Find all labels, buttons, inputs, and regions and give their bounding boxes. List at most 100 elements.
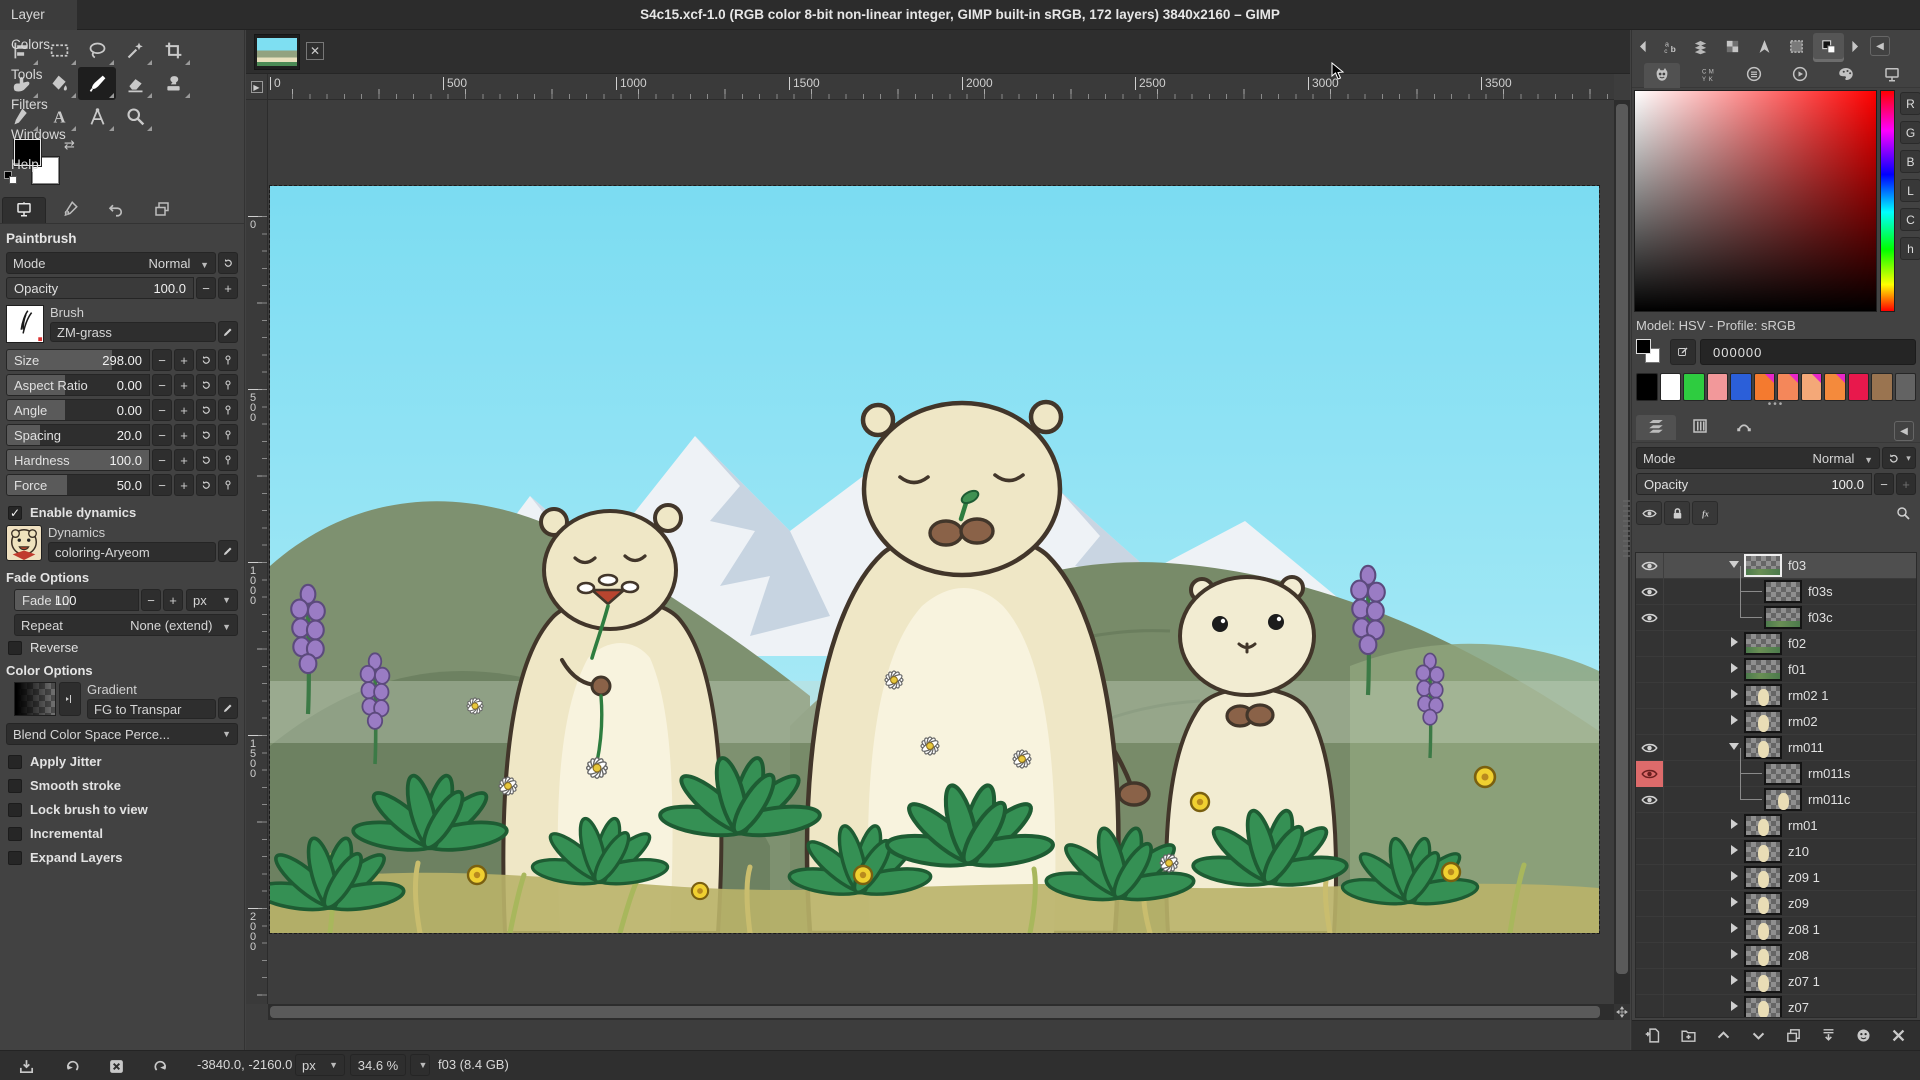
lower-button[interactable] bbox=[1745, 1024, 1773, 1048]
mode-reset-button[interactable] bbox=[218, 252, 238, 274]
layer-expander-icon[interactable] bbox=[1728, 897, 1740, 910]
tool-free-select[interactable] bbox=[78, 34, 116, 67]
layer-thumbnail[interactable] bbox=[1744, 684, 1782, 707]
dynamics-thumbnail[interactable] bbox=[6, 525, 42, 561]
layer-expander-icon[interactable] bbox=[1728, 871, 1740, 884]
menu-filters[interactable]: Filters bbox=[0, 90, 77, 120]
palette-swatch[interactable] bbox=[1707, 373, 1729, 401]
fade-decrease-button[interactable]: − bbox=[141, 589, 161, 611]
menu-help[interactable]: Help bbox=[0, 150, 77, 180]
layer-visibility-toggle[interactable] bbox=[1636, 969, 1664, 995]
size-decrease-button[interactable]: − bbox=[152, 349, 172, 371]
palette-swatch[interactable] bbox=[1871, 373, 1893, 401]
layer-thumbnail[interactable] bbox=[1744, 658, 1782, 681]
reverse-checkbox[interactable]: Reverse bbox=[8, 640, 238, 655]
layer-row-z09-1[interactable]: z09 1 bbox=[1636, 865, 1916, 891]
slider-angle[interactable]: Angle 0.00 bbox=[6, 399, 150, 421]
layer-visibility-toggle[interactable] bbox=[1636, 839, 1664, 865]
layer-row-rm011c[interactable]: rm011c bbox=[1636, 787, 1916, 813]
force-pin-icon[interactable] bbox=[218, 474, 238, 496]
layer-visibility-toggle[interactable] bbox=[1636, 709, 1664, 735]
layer-thumbnail[interactable] bbox=[1764, 606, 1802, 629]
dock-tab-images[interactable] bbox=[140, 197, 184, 223]
layer-expander-icon[interactable] bbox=[1728, 560, 1740, 571]
palette-swatch[interactable] bbox=[1801, 373, 1823, 401]
tool-clone[interactable] bbox=[154, 67, 192, 100]
layer-thumbnail[interactable] bbox=[1744, 840, 1782, 863]
layer-row-rm02[interactable]: rm02 bbox=[1636, 709, 1916, 735]
layer-visibility-toggle[interactable] bbox=[1636, 943, 1664, 969]
fade-increase-button[interactable]: + bbox=[163, 589, 183, 611]
palette-swatch[interactable] bbox=[1777, 373, 1799, 401]
slider-size[interactable]: Size 298.00 bbox=[6, 349, 150, 371]
palette-swatch[interactable] bbox=[1824, 373, 1846, 401]
tool-fuzzy-select[interactable] bbox=[116, 34, 154, 67]
brush-thumbnail[interactable] bbox=[6, 305, 44, 343]
layer-expander-icon[interactable] bbox=[1728, 1001, 1740, 1014]
ruler-origin-button[interactable]: ▶ bbox=[246, 74, 268, 100]
blend-color-space-dropdown[interactable]: Blend Color Space Perce...▼ bbox=[6, 723, 238, 745]
palette-swatch[interactable] bbox=[1848, 373, 1870, 401]
zoom-level[interactable]: 34.6 % bbox=[350, 1054, 406, 1076]
spacing-decrease-button[interactable]: − bbox=[152, 424, 172, 446]
menu-layer[interactable]: Layer bbox=[0, 0, 77, 30]
repeat-dropdown[interactable]: Repeat None (extend) ▼ bbox=[14, 614, 238, 636]
force-reset-button[interactable] bbox=[196, 474, 216, 496]
cancel-icon[interactable] bbox=[104, 1055, 128, 1077]
vertical-ruler[interactable]: 0500100015002000 bbox=[246, 100, 268, 1004]
tool-zoom[interactable] bbox=[116, 100, 154, 133]
dock-tab-tool-options[interactable] bbox=[2, 197, 46, 223]
layer-thumbnail[interactable] bbox=[1744, 970, 1782, 993]
redo-icon[interactable] bbox=[148, 1055, 172, 1077]
tool-eraser[interactable] bbox=[116, 67, 154, 100]
opacity-increase-button[interactable]: + bbox=[218, 277, 238, 299]
layer-thumbnail[interactable] bbox=[1744, 814, 1782, 837]
palette-swatch[interactable] bbox=[1754, 373, 1776, 401]
layer-expander-icon[interactable] bbox=[1728, 689, 1740, 702]
palette-swatch[interactable] bbox=[1895, 373, 1917, 401]
tool-paintbrush[interactable] bbox=[78, 67, 116, 100]
color-tab-color-wheel[interactable] bbox=[1782, 63, 1818, 88]
brush-name[interactable]: ZM-grass bbox=[50, 322, 216, 342]
layer-row-rm011s[interactable]: rm011s bbox=[1636, 761, 1916, 787]
size-pin-icon[interactable] bbox=[218, 349, 238, 371]
layer-mode-dropdown[interactable]: Mode Normal ▼ bbox=[1636, 447, 1880, 469]
layer-row-f03c[interactable]: f03c bbox=[1636, 605, 1916, 631]
canvas-viewport[interactable] bbox=[268, 100, 1614, 1004]
pointer-icon[interactable] bbox=[1749, 33, 1780, 59]
layer-expander-icon[interactable] bbox=[1728, 845, 1740, 858]
layer-row-rm02-1[interactable]: rm02 1 bbox=[1636, 683, 1916, 709]
hex-color-input[interactable]: 000000 bbox=[1700, 339, 1916, 365]
canvas-image[interactable] bbox=[270, 186, 1599, 933]
slider-force[interactable]: Force 50.0 bbox=[6, 474, 150, 496]
gradient-thumbnail[interactable] bbox=[14, 682, 56, 716]
tool-measure[interactable] bbox=[78, 100, 116, 133]
layer-row-z07[interactable]: z07 bbox=[1636, 995, 1916, 1018]
gradient-name[interactable]: FG to Transpar bbox=[87, 699, 216, 719]
layer-row-f03s[interactable]: f03s bbox=[1636, 579, 1916, 605]
mini-fg-bg-swatches[interactable] bbox=[1636, 338, 1666, 366]
dock-grip-handle[interactable] bbox=[1623, 500, 1630, 560]
layer-visibility-toggle[interactable] bbox=[1636, 917, 1664, 943]
layer-opacity-slider[interactable]: Opacity 100.0 bbox=[1636, 473, 1872, 495]
dock-collapse-button[interactable]: ◀ bbox=[1894, 421, 1914, 441]
layer-search-icon[interactable] bbox=[1890, 501, 1916, 525]
layer-thumbnail[interactable] bbox=[1744, 866, 1782, 889]
channel-button-h[interactable]: h bbox=[1900, 237, 1920, 260]
checkbox-expand-layers[interactable]: Expand Layers bbox=[8, 850, 238, 865]
color-edit-button[interactable] bbox=[1670, 339, 1696, 365]
color-tab-fgbg-color[interactable] bbox=[1644, 63, 1680, 88]
brushes-icon[interactable] bbox=[1685, 33, 1716, 59]
unit-dropdown[interactable]: px▼ bbox=[295, 1054, 345, 1076]
angle-decrease-button[interactable]: − bbox=[152, 399, 172, 421]
lock-visibility-button[interactable] bbox=[1636, 501, 1662, 525]
aspect-ratio-reset-button[interactable] bbox=[196, 374, 216, 396]
color-tab-scales[interactable] bbox=[1874, 63, 1910, 88]
fade-length-slider[interactable]: Fade l... 100 bbox=[14, 589, 139, 611]
horizontal-ruler[interactable]: 0500100015002000250030003500 bbox=[268, 74, 1614, 100]
layer-expander-icon[interactable] bbox=[1728, 715, 1740, 728]
angle-increase-button[interactable]: + bbox=[174, 399, 194, 421]
layer-visibility-toggle[interactable] bbox=[1636, 605, 1664, 631]
checkbox-apply-jitter[interactable]: Apply Jitter bbox=[8, 754, 238, 769]
hardness-increase-button[interactable]: + bbox=[174, 449, 194, 471]
